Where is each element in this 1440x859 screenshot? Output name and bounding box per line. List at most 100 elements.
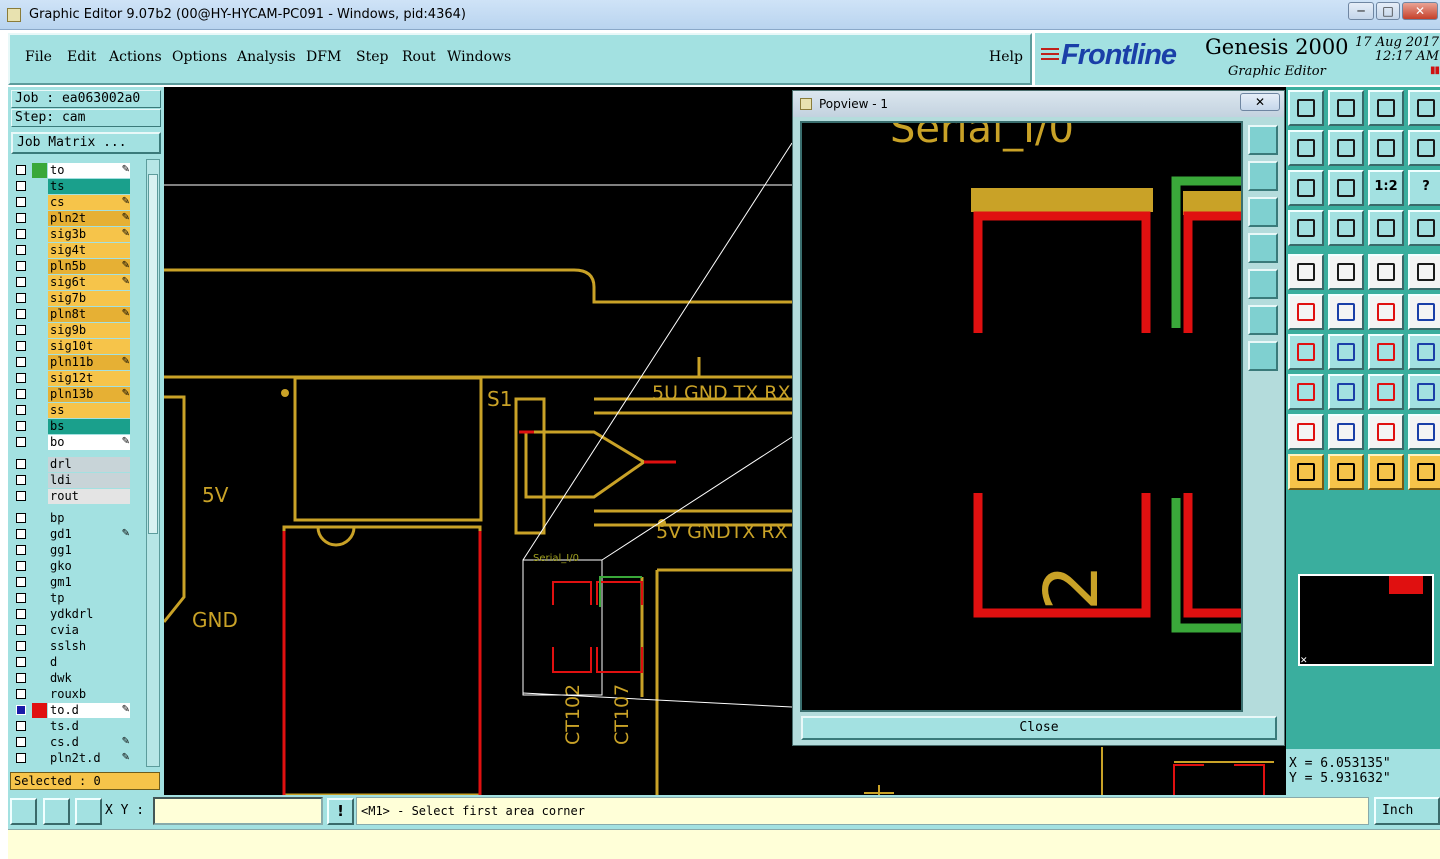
layer-color-swatch[interactable] (32, 211, 47, 226)
units-button[interactable]: Inch (1374, 797, 1440, 825)
popview-pan-left-icon[interactable] (1248, 233, 1278, 263)
layer-name[interactable]: tp (48, 591, 130, 606)
menu-edit[interactable]: Edit (67, 49, 96, 65)
layer-name[interactable]: ts (48, 179, 130, 194)
popview-zoom-out-icon[interactable] (1248, 341, 1278, 371)
layer-row[interactable]: pln8t ✎ (12, 307, 138, 322)
layer-color-swatch[interactable] (32, 543, 47, 558)
layer-color-swatch[interactable] (32, 227, 47, 242)
dash-icon[interactable] (1328, 374, 1364, 410)
popview-pan-down-icon[interactable] (1248, 197, 1278, 227)
menu-step[interactable]: Step (356, 49, 388, 65)
layer-name[interactable]: pln13b (48, 387, 130, 402)
layer-color-swatch[interactable] (32, 163, 47, 178)
cross-icon[interactable] (1328, 294, 1364, 330)
layer-name[interactable]: cvia (48, 623, 130, 638)
triangle-text-icon[interactable] (1288, 414, 1324, 450)
layer-checkbox[interactable] (16, 459, 26, 469)
layer-checkbox[interactable] (16, 309, 26, 319)
layer-name[interactable]: sig4t (48, 243, 130, 258)
pointer-icon[interactable] (1288, 454, 1324, 490)
layer-row[interactable]: cvia (12, 623, 138, 638)
select-icon[interactable] (1328, 454, 1364, 490)
layer-color-swatch[interactable] (32, 457, 47, 472)
layer-name[interactable]: to.d (48, 703, 130, 718)
mirror-icon[interactable] (1408, 334, 1440, 370)
layer-checkbox[interactable] (16, 513, 26, 523)
layer-list-scrollbar[interactable] (146, 159, 160, 767)
arc-icon[interactable] (1368, 294, 1404, 330)
popview-canvas[interactable]: Serial_I/0 2 (800, 121, 1243, 712)
layer-checkbox[interactable] (16, 421, 26, 431)
layer-checkbox[interactable] (16, 229, 26, 239)
snap-icon[interactable] (10, 798, 37, 825)
node-icon[interactable] (1288, 294, 1324, 330)
layer-checkbox[interactable] (16, 373, 26, 383)
layer-name[interactable]: rout (48, 489, 130, 504)
zoom-center-icon[interactable] (1328, 170, 1364, 206)
layer-row[interactable]: gd1 ✎ (12, 527, 138, 542)
layer-color-swatch[interactable] (32, 307, 47, 322)
layer-checkbox[interactable] (16, 405, 26, 415)
layer-row[interactable]: ts.d (12, 719, 138, 734)
undo-zoom-icon[interactable] (1368, 130, 1404, 166)
layer-checkbox[interactable] (16, 389, 26, 399)
select-move-icon[interactable] (1408, 454, 1440, 490)
layer-row[interactable]: pln11b ✎ (12, 355, 138, 370)
save-icon[interactable] (1328, 90, 1364, 126)
layer-checkbox[interactable] (16, 705, 26, 715)
layer-color-swatch[interactable] (32, 527, 47, 542)
layer-checkbox[interactable] (16, 529, 26, 539)
layer-row[interactable]: gg1 (12, 543, 138, 558)
layer-name[interactable]: pln5b (48, 259, 130, 274)
layer-row[interactable]: ldi (12, 473, 138, 488)
popview-close-icon[interactable]: ✕ (1240, 93, 1280, 111)
layer-color-swatch[interactable] (32, 355, 47, 370)
layer-name[interactable]: pln2t.d (48, 751, 130, 766)
layer-row[interactable]: gko (12, 559, 138, 574)
popview-close-button[interactable]: Close (801, 716, 1277, 740)
pad-icon[interactable] (1288, 254, 1324, 290)
layer-checkbox[interactable] (16, 641, 26, 651)
layer-name[interactable]: rouxb (48, 687, 130, 702)
layer-row[interactable]: sig7b (12, 291, 138, 306)
help-icon[interactable]: ? (1408, 170, 1440, 206)
layer-color-swatch[interactable] (32, 655, 47, 670)
layer-row[interactable]: to ✎ (12, 163, 138, 178)
layer-color-swatch[interactable] (32, 179, 47, 194)
measure-angle-icon[interactable] (43, 798, 70, 825)
layer-color-swatch[interactable] (32, 511, 47, 526)
layer-color-swatch[interactable] (32, 275, 47, 290)
layer-row[interactable]: bo ✎ (12, 435, 138, 450)
layer-name[interactable]: ts.d (48, 719, 130, 734)
layer-color-swatch[interactable] (32, 623, 47, 638)
layer-color-swatch[interactable] (32, 473, 47, 488)
menu-options[interactable]: Options (172, 49, 227, 65)
layer-checkbox[interactable] (16, 491, 26, 501)
layer-checkbox[interactable] (16, 293, 26, 303)
layer-color-swatch[interactable] (32, 259, 47, 274)
layer-name[interactable]: cs.d (48, 735, 130, 750)
layer-color-swatch[interactable] (32, 575, 47, 590)
menu-rout[interactable]: Rout (402, 49, 436, 65)
letter-a-2-icon[interactable] (1408, 414, 1440, 450)
layer-checkbox[interactable] (16, 657, 26, 667)
net-select-icon[interactable] (1368, 210, 1404, 246)
maximize-button[interactable]: □ (1376, 2, 1400, 20)
layer-color-swatch[interactable] (32, 291, 47, 306)
layer-row[interactable]: gm1 (12, 575, 138, 590)
layer-row[interactable]: dwk (12, 671, 138, 686)
menu-analysis[interactable]: Analysis (237, 49, 296, 65)
layer-row[interactable]: sig12t (12, 371, 138, 386)
layer-name[interactable]: to (48, 163, 130, 178)
layer-color-swatch[interactable] (32, 339, 47, 354)
layer-checkbox[interactable] (16, 609, 26, 619)
layer-row[interactable]: ss (12, 403, 138, 418)
layer-checkbox[interactable] (16, 325, 26, 335)
layer-color-swatch[interactable] (32, 687, 47, 702)
layer-row[interactable]: pln5b ✎ (12, 259, 138, 274)
layer-checkbox[interactable] (16, 577, 26, 587)
minimize-button[interactable]: ─ (1348, 2, 1374, 20)
popview-pan-up-icon[interactable] (1248, 161, 1278, 191)
layer-checkbox[interactable] (16, 277, 26, 287)
